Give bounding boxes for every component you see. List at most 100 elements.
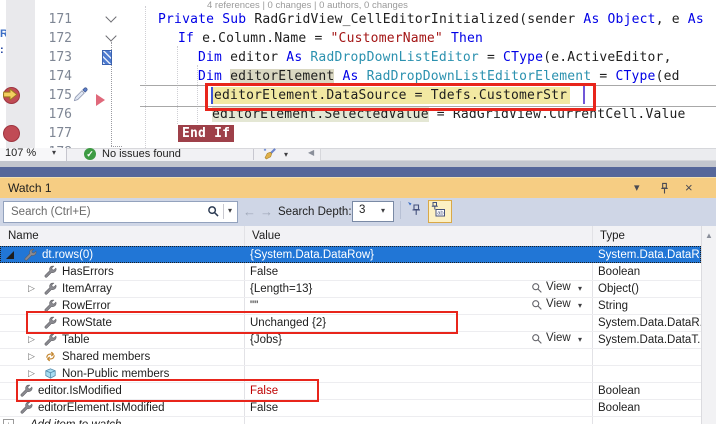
- watch-row[interactable]: ▷ Shared members: [0, 348, 701, 366]
- row-type: String: [598, 300, 629, 312]
- breakpoint-icon[interactable]: [3, 125, 20, 142]
- chevron-down-icon: ▾: [52, 148, 57, 157]
- code-segment: RadGridView_CellEditorInitialized(sender: [254, 12, 584, 27]
- row-expander-expanded-icon[interactable]: [6, 251, 14, 259]
- row-type: Boolean: [598, 402, 641, 414]
- row-name: dt.rows(0): [42, 249, 94, 261]
- wrench-icon: [24, 248, 37, 261]
- wrench-icon: [44, 333, 57, 346]
- horizontal-scrollbar-thumb[interactable]: [320, 148, 716, 161]
- watch-format-toggle-button[interactable]: ab: [428, 200, 452, 223]
- line-number: 173: [48, 50, 72, 65]
- code-segment: Private Sub: [158, 12, 255, 27]
- code-segment: RadDropDownListEditor: [310, 50, 479, 65]
- current-statement-arrow-icon: [2, 86, 19, 103]
- line-number: 176: [48, 107, 72, 122]
- row-type: Object(): [598, 283, 639, 295]
- search-options-chevron-icon[interactable]: ▾: [228, 206, 232, 215]
- scroll-left-icon[interactable]: ◀: [308, 148, 314, 157]
- view-label: View: [546, 281, 571, 293]
- issues-status-label[interactable]: No issues found: [102, 148, 181, 161]
- code-segment: editor: [230, 50, 287, 65]
- pin-to-source-button[interactable]: [406, 200, 428, 223]
- view-visualizer-button[interactable]: View ▾: [531, 332, 589, 347]
- magnifier-icon: [531, 299, 543, 311]
- column-header-name[interactable]: Name: [8, 226, 39, 246]
- code-segment: Dim: [198, 69, 231, 84]
- left-edge-artifact: R: [0, 28, 6, 40]
- code-segment: , e: [655, 12, 688, 27]
- chevron-down-icon: ▾: [381, 206, 386, 215]
- fold-collapse-icon[interactable]: [105, 11, 117, 23]
- code-segment: Object: [607, 12, 656, 27]
- search-depth-combo[interactable]: 3 ▾: [352, 201, 394, 222]
- annotation-box-code: [205, 83, 596, 111]
- code-segment: editorElement: [230, 69, 335, 84]
- shared-icon: [44, 350, 57, 363]
- fold-collapse-icon[interactable]: [105, 30, 117, 42]
- watch-row[interactable]: HasErrors False Boolean: [0, 263, 701, 281]
- wrench-icon: [44, 282, 57, 295]
- search-input[interactable]: [9, 203, 208, 221]
- vertical-scrollbar[interactable]: ▲: [701, 226, 716, 424]
- view-label: View: [546, 332, 571, 344]
- code-segment: CType: [615, 69, 656, 84]
- watch-toolbar: ▾ ← → Search Depth: 3 ▾ ab: [0, 198, 716, 227]
- no-issues-icon: ✓: [84, 148, 96, 160]
- code-segment: As: [286, 50, 311, 65]
- window-background-band: [0, 167, 716, 177]
- annotation-box-ismodified: [16, 379, 319, 402]
- pin-icon[interactable]: [659, 182, 670, 195]
- add-item-row[interactable]: + Add item to watch: [0, 416, 701, 424]
- row-expander-collapsed-icon[interactable]: ▷: [28, 280, 35, 297]
- watch-window-title: Watch 1: [8, 181, 52, 195]
- code-segment: e.Column.Name =: [202, 31, 331, 46]
- window-position-chevron-icon[interactable]: ▾: [634, 178, 640, 198]
- code-segment: =: [591, 69, 616, 84]
- scroll-up-icon[interactable]: ▲: [705, 231, 713, 240]
- code-line[interactable]: Private Sub RadGridView_CellEditorInitia…: [158, 10, 704, 29]
- code-segment: Then: [450, 31, 484, 46]
- view-visualizer-button[interactable]: View ▾: [531, 298, 589, 313]
- row-name: HasErrors: [62, 266, 114, 278]
- divider: [400, 201, 401, 219]
- view-visualizer-button[interactable]: View ▾: [531, 281, 589, 296]
- line-number: 172: [48, 31, 72, 46]
- code-line[interactable]: Dim editor As RadDropDownListEditor = CT…: [198, 48, 672, 67]
- code-cleanup-icon[interactable]: [262, 147, 277, 162]
- search-icon[interactable]: [207, 205, 220, 218]
- zoom-level-combo[interactable]: 107 % ▾: [0, 147, 67, 161]
- watch-row[interactable]: ▷ ItemArray {Length=13} View ▾ Object(): [0, 280, 701, 298]
- column-header-type[interactable]: Type: [600, 226, 625, 246]
- code-line[interactable]: End If: [178, 124, 235, 143]
- row-value: False: [250, 266, 279, 278]
- row-name: editorElement.IsModified: [38, 402, 165, 414]
- code-cleanup-dropdown-icon[interactable]: ▾: [284, 150, 288, 159]
- code-segment: (e.ActiveEditor,: [543, 50, 672, 65]
- watch-search-box[interactable]: ▾: [3, 201, 238, 223]
- code-segment: RadDropDownListEditorElement: [366, 69, 592, 84]
- code-editor[interactable]: R : 4 references | 0 changes | 0 authors…: [0, 0, 716, 160]
- grid-header: Name Value Type: [0, 226, 716, 247]
- line-number: 174: [48, 69, 72, 84]
- search-back-icon[interactable]: ←: [243, 198, 256, 226]
- row-expander-collapsed-icon[interactable]: ▷: [28, 348, 35, 365]
- watch-row[interactable]: dt.rows(0) {System.Data.DataRow} System.Da…: [0, 246, 709, 263]
- watch-window-title-bar[interactable]: Watch 1 ▾ ×: [0, 178, 716, 198]
- chevron-down-icon: ▾: [578, 335, 583, 344]
- code-line[interactable]: If e.Column.Name = "CustomerName" Then: [178, 29, 483, 48]
- search-depth-value: 3: [359, 204, 366, 216]
- code-segment: (ed: [655, 69, 680, 84]
- change-marker-icon: [96, 94, 105, 106]
- line-number: 171: [48, 12, 72, 27]
- row-value: {System.Data.DataRow}: [250, 249, 375, 261]
- close-icon[interactable]: ×: [685, 178, 693, 198]
- column-header-value[interactable]: Value: [252, 226, 281, 246]
- search-forward-icon[interactable]: →: [260, 198, 273, 226]
- search-depth-label: Search Depth:: [278, 206, 352, 218]
- zoom-level-value: 107 %: [5, 147, 37, 159]
- code-suggestion-brush-icon[interactable]: [73, 87, 88, 102]
- breakpoint-line[interactable]: End If: [178, 125, 235, 142]
- indent-guide: [145, 6, 146, 148]
